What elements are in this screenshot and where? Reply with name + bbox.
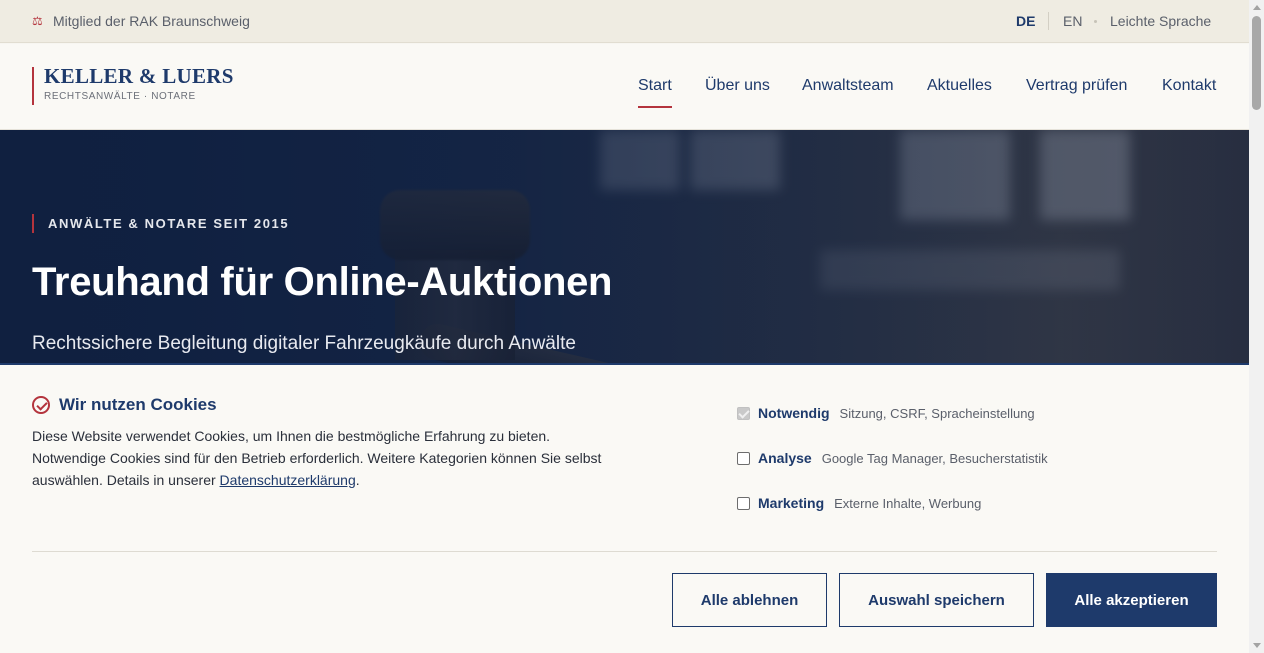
cookie-description: Diese Website verwendet Cookies, um Ihne… xyxy=(32,425,612,491)
necessary-checkbox xyxy=(737,406,750,420)
scroll-up-icon[interactable] xyxy=(1253,5,1261,10)
hero-kicker: ANWÄLTE & NOTARE SEIT 2015 xyxy=(32,214,289,233)
option-name[interactable]: Marketing xyxy=(758,495,824,511)
logo[interactable]: KELLER & LUERS RECHTSANWÄLTE · NOTARE xyxy=(32,64,234,105)
hero-subtitle: Rechtssichere Begleitung digitaler Fahrz… xyxy=(32,333,576,354)
scrollbar[interactable] xyxy=(1249,0,1264,653)
divider xyxy=(1048,12,1049,30)
accept-all-button[interactable]: Alle akzeptieren xyxy=(1046,573,1217,627)
option-name[interactable]: Analyse xyxy=(758,450,812,466)
nav-team[interactable]: Anwaltsteam xyxy=(802,77,894,95)
hero-title: Treuhand für Online-Auktionen xyxy=(32,260,613,304)
option-name: Notwendig xyxy=(758,405,830,421)
save-selection-button[interactable]: Auswahl speichern xyxy=(839,573,1034,627)
nav-news[interactable]: Aktuelles xyxy=(927,77,992,95)
nav-about[interactable]: Über uns xyxy=(705,77,770,95)
cookie-banner: Wir nutzen Cookies Diese Website verwend… xyxy=(0,363,1249,653)
membership-text: Mitglied der RAK Braunschweig xyxy=(53,13,250,29)
marketing-checkbox[interactable] xyxy=(737,496,750,510)
check-circle-icon xyxy=(32,396,50,414)
option-description: Externe Inhalte, Werbung xyxy=(834,495,982,511)
easy-language-link[interactable]: Leichte Sprache xyxy=(1110,13,1211,29)
nav-start[interactable]: Start xyxy=(638,77,672,108)
nav-contract-check[interactable]: Vertrag prüfen xyxy=(1026,77,1127,95)
cookie-option-necessary: Notwendig Sitzung, CSRF, Spracheinstellu… xyxy=(737,405,1035,421)
cookie-title: Wir nutzen Cookies xyxy=(59,395,217,414)
logo-subtitle: RECHTSANWÄLTE · NOTARE xyxy=(44,91,196,102)
membership-info: ⚖ Mitglied der RAK Braunschweig xyxy=(32,13,250,29)
language-de-link[interactable]: DE xyxy=(1016,13,1035,29)
logo-name: KELLER & LUERS xyxy=(44,64,234,88)
cookie-option-marketing[interactable]: Marketing Externe Inhalte, Werbung xyxy=(737,495,981,511)
scroll-down-icon[interactable] xyxy=(1253,643,1261,648)
scales-icon: ⚖ xyxy=(32,14,43,28)
cookie-text-end: . xyxy=(355,472,360,488)
cookie-option-analytics[interactable]: Analyse Google Tag Manager, Besucherstat… xyxy=(737,450,1048,466)
scrollbar-thumb[interactable] xyxy=(1252,16,1261,110)
reject-all-button[interactable]: Alle ablehnen xyxy=(672,573,827,627)
cookie-title-row: Wir nutzen Cookies xyxy=(32,395,217,415)
site-header: KELLER & LUERS RECHTSANWÄLTE · NOTARE St… xyxy=(0,44,1249,130)
analytics-checkbox[interactable] xyxy=(737,451,750,465)
option-description: Sitzung, CSRF, Spracheinstellung xyxy=(839,405,1035,421)
hero-section: ANWÄLTE & NOTARE SEIT 2015 Treuhand für … xyxy=(0,130,1249,363)
privacy-policy-link[interactable]: Datenschutzerklärung xyxy=(220,472,356,488)
language-en-link[interactable]: EN xyxy=(1063,13,1082,29)
nav-contact[interactable]: Kontakt xyxy=(1162,77,1216,95)
option-description: Google Tag Manager, Besucherstatistik xyxy=(821,450,1048,466)
hero-overlay xyxy=(0,130,1249,363)
divider xyxy=(1094,20,1097,23)
top-bar: ⚖ Mitglied der RAK Braunschweig DE EN Le… xyxy=(0,0,1249,43)
divider xyxy=(32,551,1217,552)
